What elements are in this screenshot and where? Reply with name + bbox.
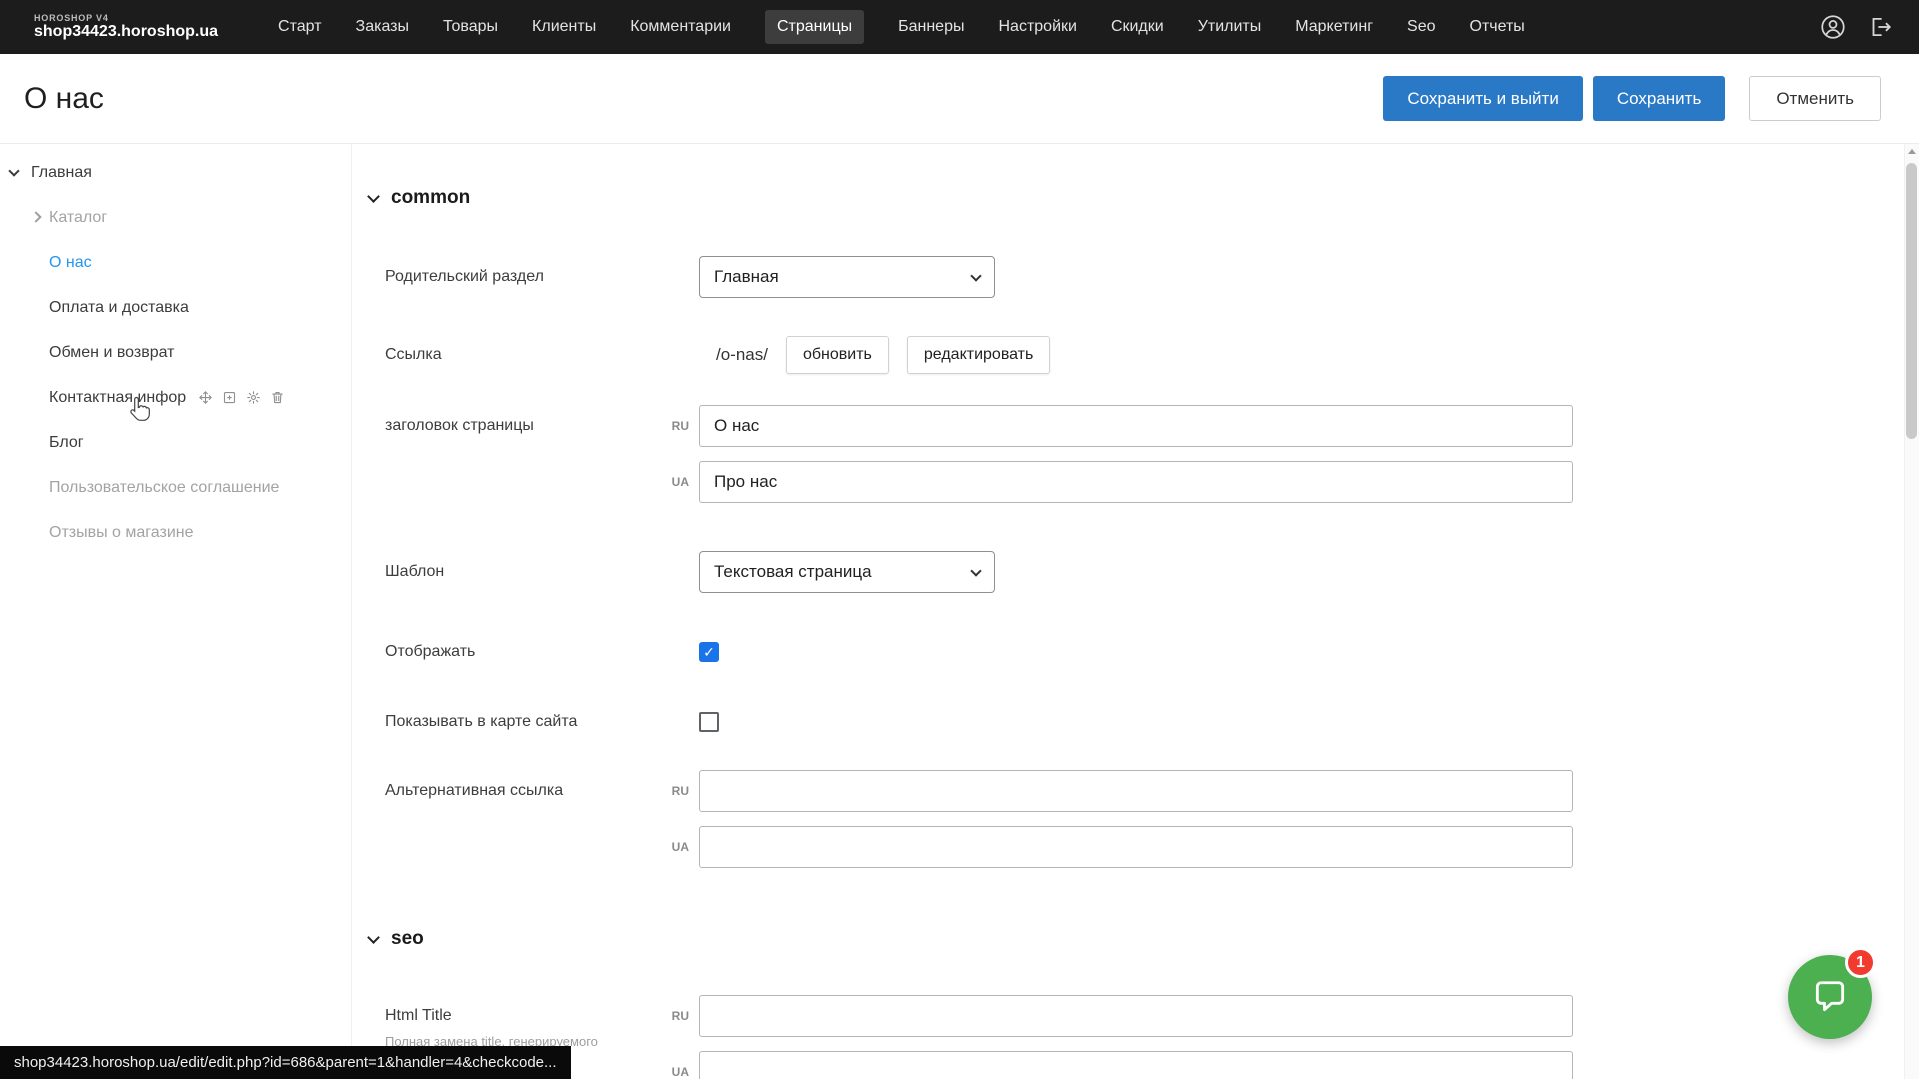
topbar-right [1819,13,1893,41]
field-label: Альтернативная ссылка [385,770,632,812]
edit-link-button[interactable]: редактировать [907,336,1050,374]
selected-value: Текстовая страница [714,562,872,582]
lang-tag-ua: UA [632,840,699,854]
field-label: Отображать [385,643,699,661]
scroll-thumb[interactable] [1906,163,1917,439]
menu-item-start[interactable]: Старт [278,18,321,36]
logout-icon[interactable] [1867,14,1893,40]
lang-tag-ua: UA [632,475,699,489]
field-parent-section: Родительский раздел Главная [385,256,1919,298]
alt-link-ru-input[interactable] [699,770,1573,812]
brand[interactable]: HOROSHOP V4 shop34423.horoshop.ua [34,13,218,42]
chat-notification-badge: 1 [1845,947,1876,978]
brand-domain: shop34423.horoshop.ua [34,23,218,41]
chat-bubble-icon [1811,978,1849,1016]
save-button[interactable]: Сохранить [1593,76,1725,121]
field-page-title: заголовок страницы RU UA [385,405,1919,503]
settings-icon[interactable] [246,390,261,405]
tree-item-exchange-return[interactable]: Обмен и возврат [0,330,351,375]
field-link: Ссылка /o-nas/ обновить редактировать [385,336,1919,374]
chevron-down-icon [970,565,981,576]
topbar: HOROSHOP V4 shop34423.horoshop.ua Старт … [0,0,1919,54]
lang-tag-ru: RU [632,784,699,798]
chevron-down-icon[interactable] [8,165,19,176]
status-url-tooltip: shop34423.horoshop.ua/edit/edit.php?id=6… [0,1046,571,1079]
page-title: О нас [24,82,104,116]
lang-tag-ua: UA [632,1065,699,1079]
chat-widget: 1 [1788,955,1872,1039]
section-seo[interactable]: seo [369,926,1919,952]
lang-tag-ru: RU [632,1009,699,1023]
html-title-ru-input[interactable] [699,995,1573,1037]
field-label: заголовок страницы [385,405,632,447]
pages-tree-sidebar: Главная Каталог О нас Оплата и доставка … [0,144,352,1079]
tree-item-store-reviews[interactable]: Отзывы о магазине [0,510,351,555]
display-checkbox[interactable] [699,642,719,662]
selected-value: Главная [714,267,779,287]
page-title-ru-input[interactable] [699,405,1573,447]
menu-item-products[interactable]: Товары [443,18,498,36]
header-actions: Сохранить и выйти Сохранить Отменить [1383,76,1881,121]
menu-item-reports[interactable]: Отчеты [1470,18,1525,36]
page-title-ua-input[interactable] [699,461,1573,503]
collapse-icon[interactable] [367,931,380,944]
tree-item-about-us[interactable]: О нас [0,240,351,285]
menu-item-clients[interactable]: Клиенты [532,18,596,36]
save-and-exit-button[interactable]: Сохранить и выйти [1383,76,1582,121]
tree-item-catalog[interactable]: Каталог [0,195,351,240]
page-edit-form: common Родительский раздел Главная Ссылк… [352,144,1919,1079]
menu-item-settings[interactable]: Настройки [998,18,1076,36]
delete-icon[interactable] [270,390,285,405]
tree-item-home[interactable]: Главная [0,150,351,195]
field-label: Шаблон [385,563,699,581]
move-icon[interactable] [198,390,213,405]
chevron-right-icon[interactable] [30,211,41,222]
menu-item-seo[interactable]: Seo [1407,18,1435,36]
menu-item-orders[interactable]: Заказы [356,18,409,36]
tree-item-blog[interactable]: Блог [0,420,351,465]
account-icon[interactable] [1819,13,1847,41]
lang-tag-ru: RU [632,419,699,433]
field-label: Показывать в карте сайта [385,713,699,731]
field-label-block: Html Title Полная замена title, генериру… [385,995,632,1049]
template-select[interactable]: Текстовая страница [699,551,995,593]
field-label: Html Title [385,1007,632,1025]
field-label: Родительский раздел [385,268,699,286]
menu-item-marketing[interactable]: Маркетинг [1295,18,1373,36]
app: HOROSHOP V4 shop34423.horoshop.ua Старт … [0,0,1919,1079]
field-label: Ссылка [385,346,699,364]
tree-item-actions [198,390,285,405]
refresh-link-button[interactable]: обновить [786,336,889,374]
section-common[interactable]: common [369,185,1919,211]
add-page-icon[interactable] [222,390,237,405]
chevron-down-icon [970,270,981,281]
brand-version: HOROSHOP V4 [34,13,218,23]
sitemap-checkbox[interactable] [699,712,719,732]
menu-item-comments[interactable]: Комментарии [630,18,731,36]
cancel-button[interactable]: Отменить [1749,76,1881,121]
parent-section-select[interactable]: Главная [699,256,995,298]
tree-item-contact-info[interactable]: Контактная инфор [0,375,351,420]
menu-item-pages[interactable]: Страницы [765,10,864,44]
field-alt-link: Альтернативная ссылка RU UA [385,770,1919,868]
scroll-up-arrow[interactable] [1905,144,1919,159]
main-menu: Старт Заказы Товары Клиенты Комментарии … [278,10,1525,44]
link-path: /o-nas/ [716,345,768,365]
collapse-icon[interactable] [367,190,380,203]
field-template: Шаблон Текстовая страница [385,551,1919,593]
menu-item-banners[interactable]: Баннеры [898,18,964,36]
field-display: Отображать [385,641,1919,663]
field-html-title: Html Title Полная замена title, генериру… [385,995,1919,1079]
menu-item-utilities[interactable]: Утилиты [1198,18,1262,36]
menu-item-discounts[interactable]: Скидки [1111,18,1164,36]
page-header: О нас Сохранить и выйти Сохранить Отмени… [0,54,1919,144]
main-area: Главная Каталог О нас Оплата и доставка … [0,144,1919,1079]
vertical-scrollbar[interactable] [1904,144,1919,1079]
tree-item-payment-delivery[interactable]: Оплата и доставка [0,285,351,330]
html-title-ua-input[interactable] [699,1051,1573,1079]
tree-item-user-agreement[interactable]: Пользовательское соглашение [0,465,351,510]
field-sitemap: Показывать в карте сайта [385,711,1919,733]
alt-link-ua-input[interactable] [699,826,1573,868]
